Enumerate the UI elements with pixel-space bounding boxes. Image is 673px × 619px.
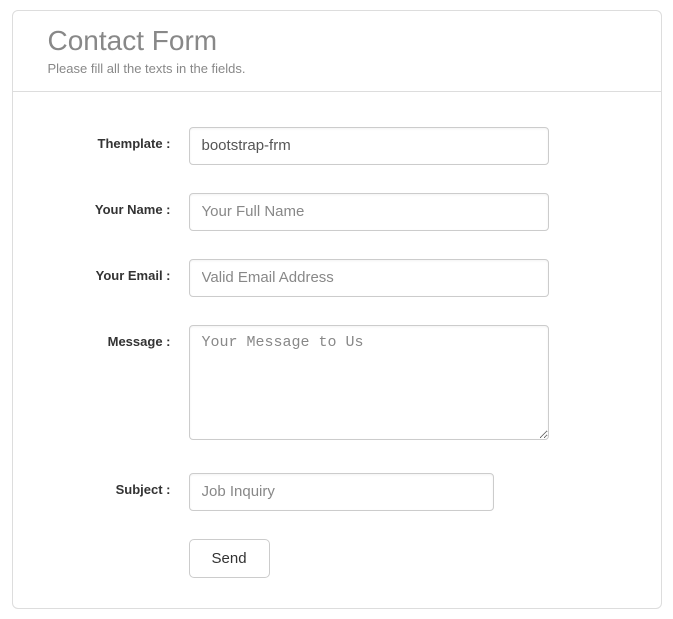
template-input[interactable] (189, 127, 549, 165)
row-submit: Send (73, 539, 601, 578)
email-label: Your Email : (73, 259, 177, 283)
subject-label: Subject : (73, 473, 177, 497)
page-title: Contact Form (48, 26, 626, 57)
email-input[interactable] (189, 259, 549, 297)
row-subject: Subject : Job Inquiry (73, 473, 601, 511)
row-message: Message : (73, 325, 601, 445)
template-label: Themplate : (73, 127, 177, 151)
contact-form-panel: Contact Form Please fill all the texts i… (12, 10, 662, 609)
panel-body: Themplate : Your Name : Your Email : Mes… (13, 92, 661, 608)
name-input[interactable] (189, 193, 549, 231)
subject-select[interactable]: Job Inquiry (189, 473, 494, 511)
row-template: Themplate : (73, 127, 601, 165)
page-subtitle: Please fill all the texts in the fields. (48, 61, 626, 76)
panel-header: Contact Form Please fill all the texts i… (13, 11, 661, 92)
message-textarea[interactable] (189, 325, 549, 440)
send-button[interactable]: Send (189, 539, 270, 578)
row-email: Your Email : (73, 259, 601, 297)
row-name: Your Name : (73, 193, 601, 231)
name-label: Your Name : (73, 193, 177, 217)
message-label: Message : (73, 325, 177, 349)
